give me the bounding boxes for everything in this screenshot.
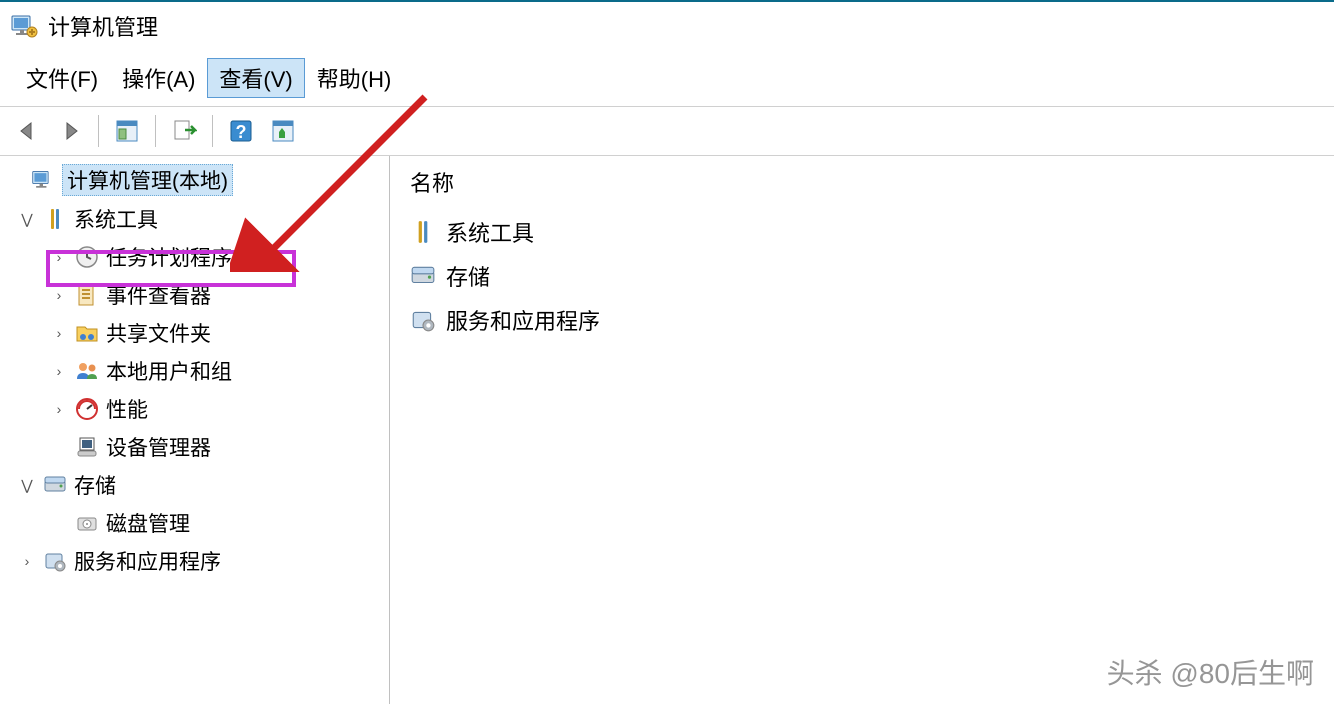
menu-file[interactable]: 文件(F) <box>14 58 110 98</box>
menu-action[interactable]: 操作(A) <box>110 58 207 98</box>
title-bar: 计算机管理 <box>0 2 1334 50</box>
tree-device-manager[interactable]: 设备管理器 <box>0 428 389 466</box>
tree-pane: 计算机管理(本地) ⋁ 系统工具 › 任务计划程序 › 事件查看器 › <box>0 156 390 704</box>
toolbar-separator <box>98 115 99 147</box>
chevron-down-icon[interactable]: ⋁ <box>18 477 36 494</box>
content-area: 计算机管理(本地) ⋁ 系统工具 › 任务计划程序 › 事件查看器 › <box>0 156 1334 704</box>
list-item-services-apps[interactable]: 服务和应用程序 <box>410 298 1314 342</box>
storage-icon <box>410 263 436 289</box>
performance-icon <box>74 396 100 422</box>
toolbar-separator <box>155 115 156 147</box>
chevron-right-icon[interactable]: › <box>50 249 68 265</box>
storage-icon <box>42 472 68 498</box>
services-icon <box>42 548 68 574</box>
tree-local-users[interactable]: › 本地用户和组 <box>0 352 389 390</box>
chevron-right-icon[interactable]: › <box>50 401 68 417</box>
forward-button[interactable] <box>52 113 88 149</box>
show-hide-tree-button[interactable] <box>109 113 145 149</box>
tree-label: 本地用户和组 <box>106 356 232 386</box>
services-icon <box>410 307 436 333</box>
tree-label: 共享文件夹 <box>106 318 211 348</box>
back-button[interactable] <box>10 113 46 149</box>
tree-label: 设备管理器 <box>106 432 211 462</box>
tools-icon <box>42 206 68 232</box>
tree-event-viewer[interactable]: › 事件查看器 <box>0 276 389 314</box>
chevron-right-icon[interactable]: › <box>50 325 68 341</box>
toolbar: ? <box>0 106 1334 156</box>
chevron-right-icon[interactable]: › <box>50 363 68 379</box>
tree-label: 磁盘管理 <box>106 508 190 538</box>
users-icon <box>74 358 100 384</box>
menu-bar: 文件(F) 操作(A) 查看(V) 帮助(H) <box>0 50 1334 106</box>
tree-storage[interactable]: ⋁ 存储 <box>0 466 389 504</box>
menu-help[interactable]: 帮助(H) <box>305 58 404 98</box>
tree-root[interactable]: 计算机管理(本地) <box>0 160 389 200</box>
tree-system-tools[interactable]: ⋁ 系统工具 <box>0 200 389 238</box>
tools-icon <box>410 219 436 245</box>
tree-label: 性能 <box>106 394 148 424</box>
tree-label: 事件查看器 <box>106 280 211 310</box>
column-header-name[interactable]: 名称 <box>410 166 1314 210</box>
tree-task-scheduler[interactable]: › 任务计划程序 <box>0 238 389 276</box>
svg-text:?: ? <box>236 122 247 142</box>
window-title: 计算机管理 <box>48 10 158 42</box>
device-manager-icon <box>74 434 100 460</box>
shared-folder-icon <box>74 320 100 346</box>
list-item-storage[interactable]: 存储 <box>410 254 1314 298</box>
chevron-down-icon[interactable]: ⋁ <box>18 211 36 228</box>
watermark: 头杀 @80后生啊 <box>1107 652 1314 692</box>
list-item-system-tools[interactable]: 系统工具 <box>410 210 1314 254</box>
tree-services-apps[interactable]: › 服务和应用程序 <box>0 542 389 580</box>
list-item-label: 系统工具 <box>446 216 534 248</box>
properties-button[interactable] <box>265 113 301 149</box>
list-pane: 名称 系统工具 存储 服务和应用程序 <box>390 156 1334 704</box>
chevron-right-icon[interactable]: › <box>18 553 36 569</box>
menu-view[interactable]: 查看(V) <box>207 58 304 98</box>
computer-management-icon <box>10 12 38 40</box>
tree-shared-folders[interactable]: › 共享文件夹 <box>0 314 389 352</box>
tree-label: 服务和应用程序 <box>74 546 221 576</box>
clock-icon <box>74 244 100 270</box>
computer-management-icon <box>30 167 56 193</box>
disk-icon <box>74 510 100 536</box>
tree-disk-management[interactable]: 磁盘管理 <box>0 504 389 542</box>
toolbar-separator <box>212 115 213 147</box>
tree-label: 系统工具 <box>74 204 158 234</box>
event-viewer-icon <box>74 282 100 308</box>
help-button[interactable]: ? <box>223 113 259 149</box>
chevron-right-icon[interactable]: › <box>50 287 68 303</box>
tree-label: 存储 <box>74 470 116 500</box>
export-button[interactable] <box>166 113 202 149</box>
tree-label: 任务计划程序 <box>106 242 232 272</box>
list-item-label: 服务和应用程序 <box>446 304 600 336</box>
list-item-label: 存储 <box>446 260 490 292</box>
tree-performance[interactable]: › 性能 <box>0 390 389 428</box>
tree-label: 计算机管理(本地) <box>62 164 233 196</box>
